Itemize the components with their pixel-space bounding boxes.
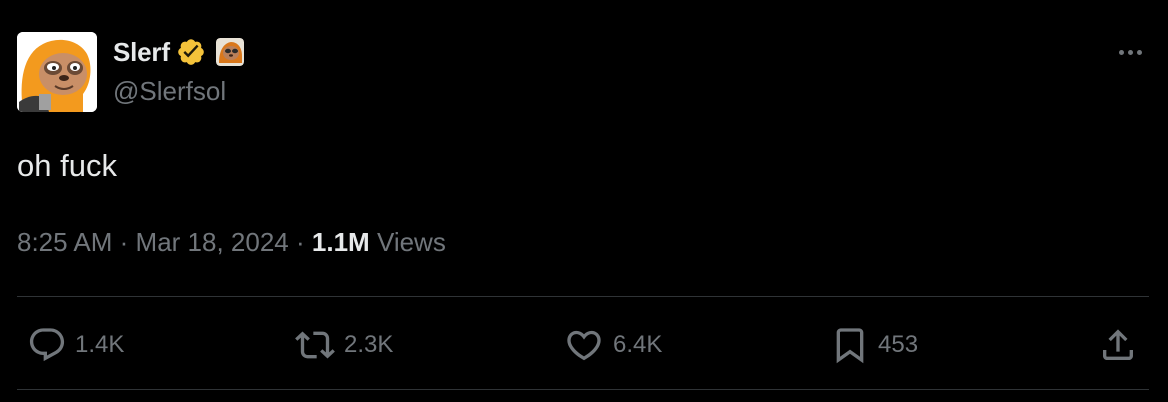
bookmark-count: 453 (878, 331, 919, 358)
divider (17, 389, 1149, 390)
retweet-count: 2.3K (344, 331, 394, 358)
like-count: 6.4K (613, 331, 663, 358)
meta-separator: · (296, 227, 305, 257)
reply-count: 1.4K (75, 331, 125, 358)
more-dot (1118, 49, 1124, 55)
display-name[interactable]: Slerf (113, 37, 170, 68)
tweet-date[interactable]: Mar 18, 2024 (136, 227, 289, 257)
heart-icon (567, 330, 601, 361)
share-button[interactable] (1098, 325, 1138, 365)
like-button[interactable]: 6.4K (563, 325, 662, 365)
verified-badge-icon[interactable] (176, 37, 206, 67)
bookmark-icon (836, 328, 864, 364)
user-handle[interactable]: @Slerfsol (113, 76, 226, 107)
more-dot (1136, 49, 1142, 55)
reply-icon (29, 328, 65, 362)
bookmark-button[interactable]: 453 (830, 325, 918, 365)
more-options-icon[interactable] (1112, 40, 1148, 64)
tweet-time[interactable]: 8:25 AM (17, 227, 112, 257)
tweet-card: Slerf @Slerfsol oh fuck 8:25 AM · Mar 18… (0, 0, 1168, 402)
reply-button[interactable]: 1.4K (27, 325, 124, 365)
user-name-row: Slerf (113, 34, 244, 70)
tweet-meta: 8:25 AM · Mar 18, 2024 · 1.1M Views (17, 227, 446, 258)
sloth-avatar-icon (17, 32, 97, 112)
views-count[interactable]: 1.1M (312, 227, 370, 257)
more-dot (1127, 49, 1133, 55)
tweet-text: oh fuck (17, 148, 117, 183)
affiliate-badge-icon[interactable] (215, 38, 244, 66)
retweet-button[interactable]: 2.3K (294, 325, 393, 365)
retweet-icon (295, 331, 335, 359)
meta-separator: · (119, 227, 129, 257)
views-label: Views (376, 227, 446, 257)
share-icon (1103, 329, 1133, 360)
divider (17, 296, 1149, 297)
avatar[interactable] (17, 32, 97, 112)
